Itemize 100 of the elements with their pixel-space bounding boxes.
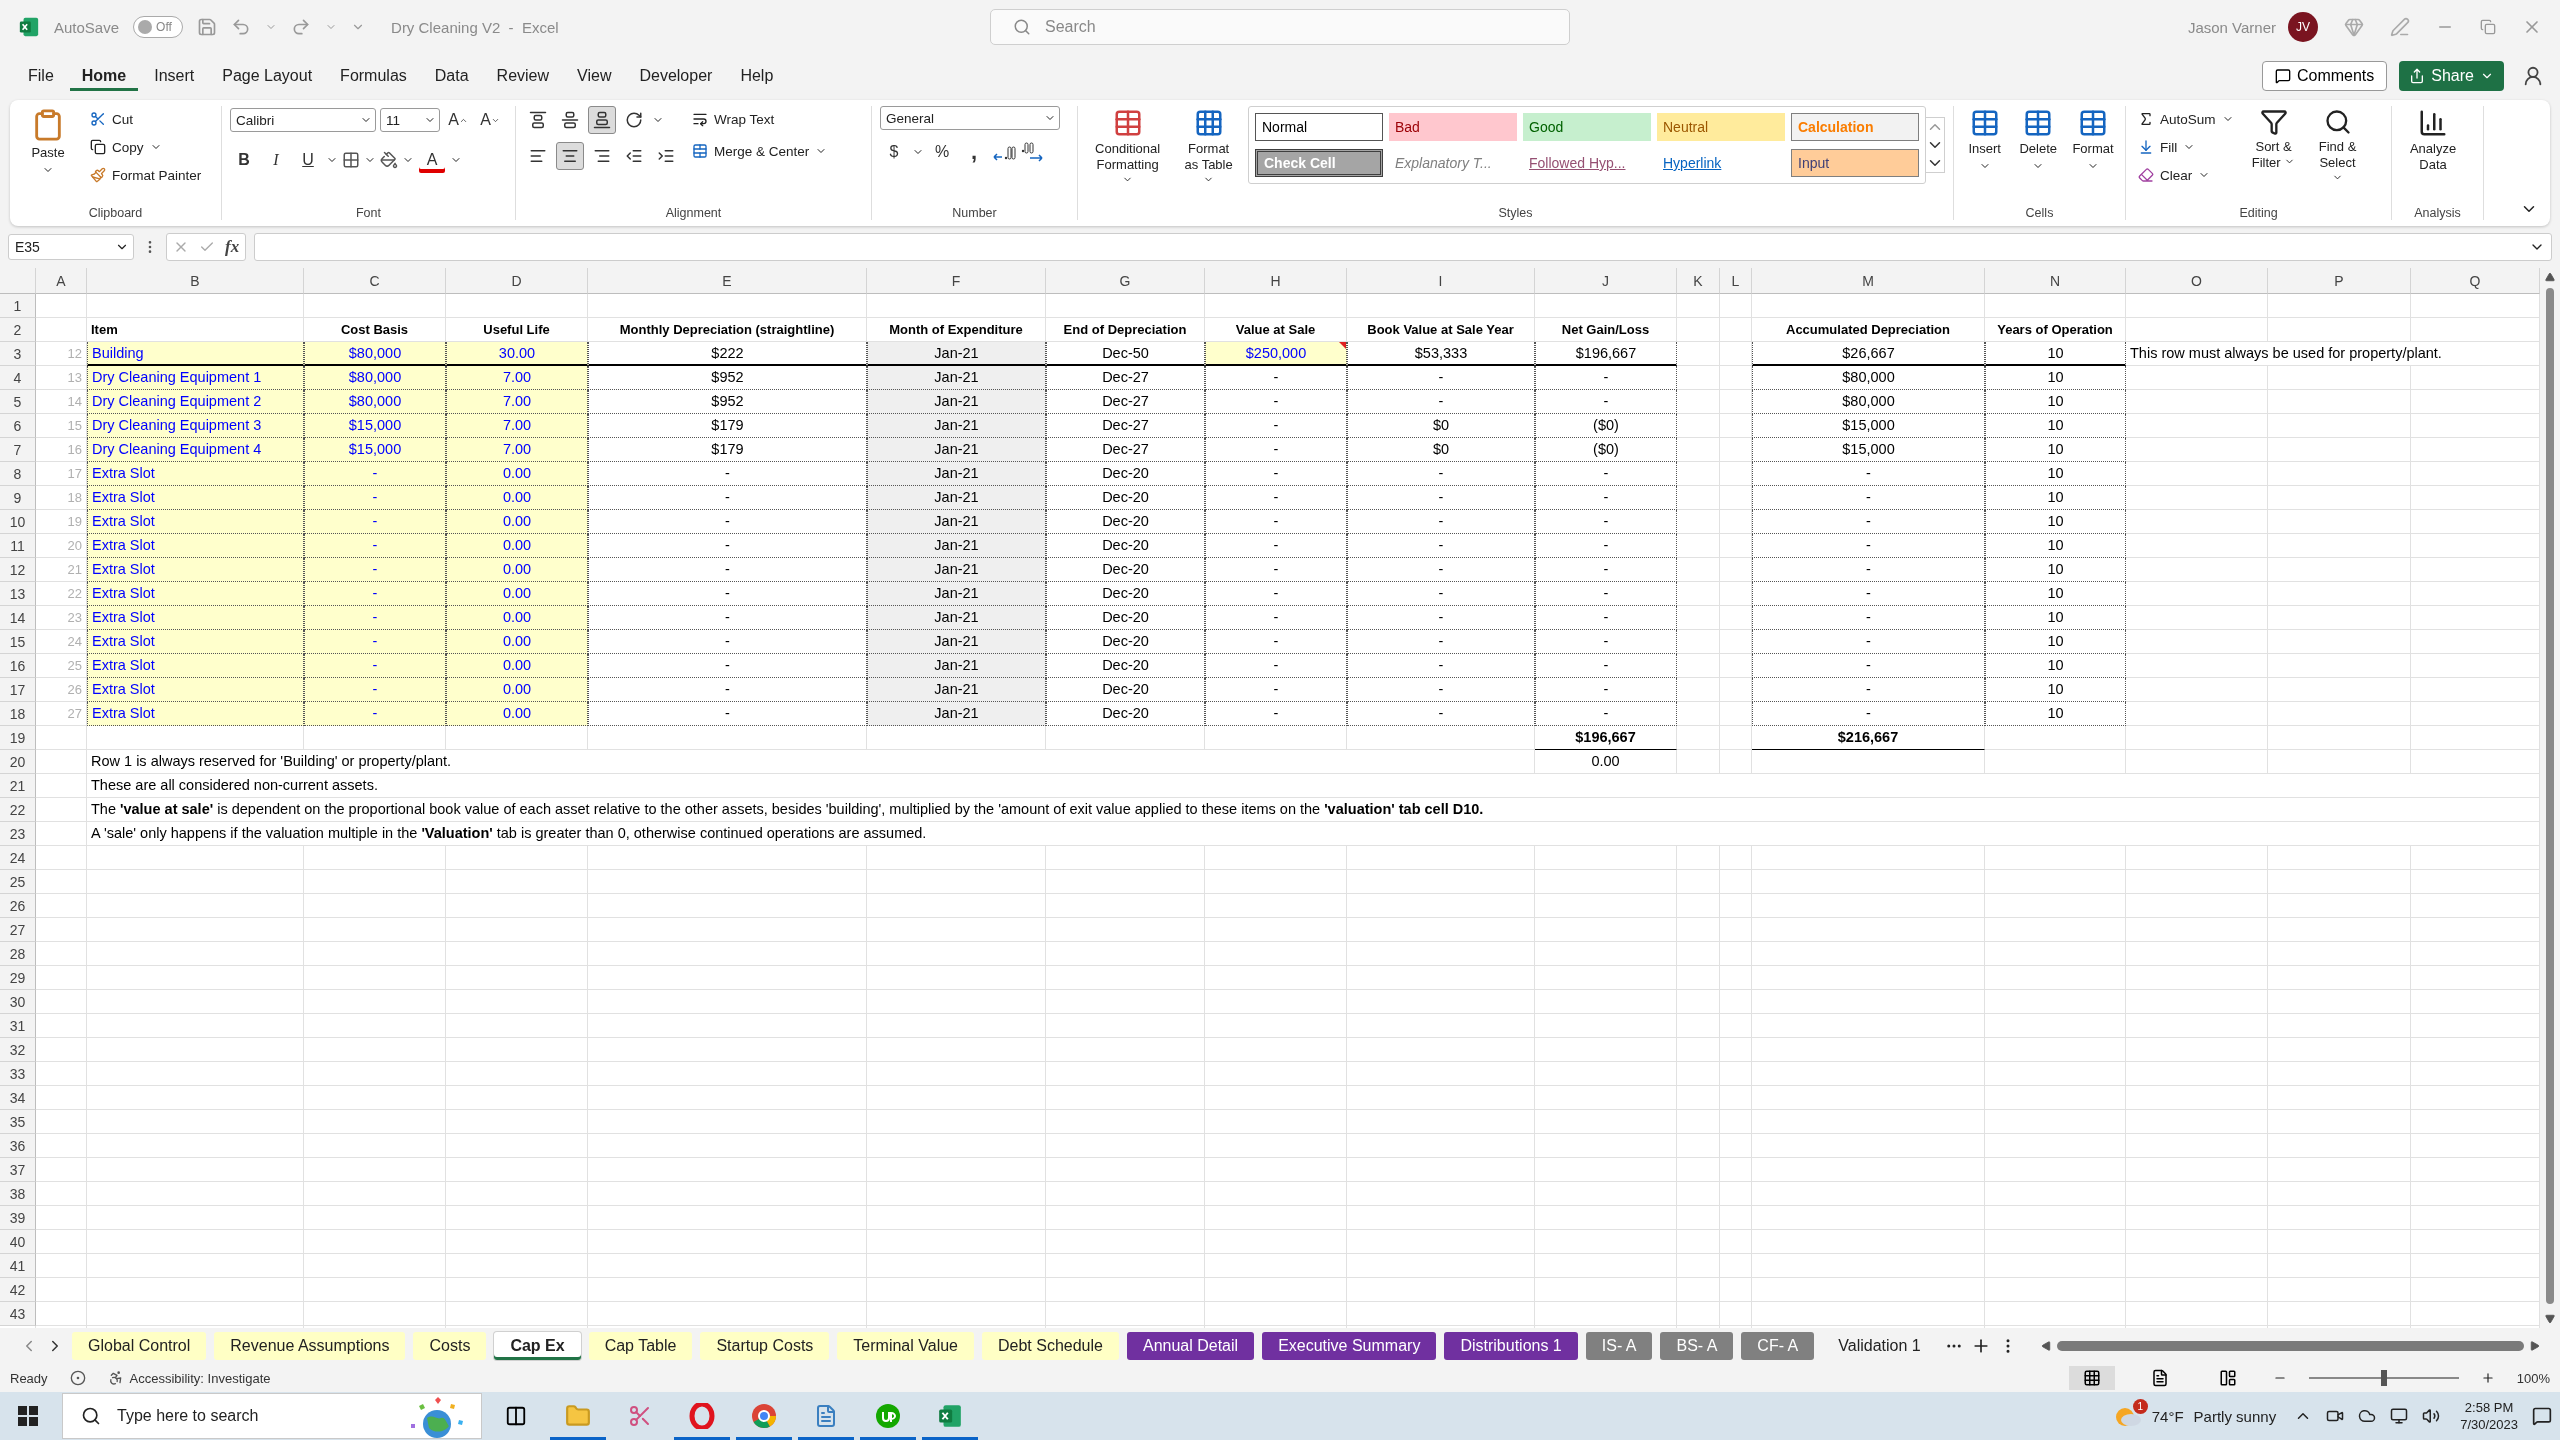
merge-center-button[interactable]: Merge & Center — [688, 138, 832, 164]
currency-button[interactable]: $ — [880, 138, 908, 166]
insert-function-button[interactable]: fx — [225, 237, 240, 257]
name-box[interactable]: E35 — [8, 234, 134, 260]
accessibility-status[interactable]: Accessibility: Investigate — [129, 1370, 271, 1386]
format-as-table-button[interactable]: Format as Table — [1177, 106, 1240, 191]
row-header[interactable]: 2 — [0, 318, 36, 342]
menu-tab[interactable]: Insert — [142, 61, 207, 91]
row-header[interactable]: 8 — [0, 462, 36, 486]
sheet-tab[interactable]: Annual Detail — [1126, 1332, 1255, 1360]
row-header[interactable]: 1 — [0, 294, 36, 318]
number-format-field[interactable]: General — [880, 106, 1060, 130]
row-header[interactable]: 25 — [0, 870, 36, 894]
column-header[interactable]: J — [1535, 268, 1677, 294]
cut-button[interactable]: Cut — [86, 106, 206, 132]
volume-icon[interactable] — [2422, 1407, 2441, 1425]
row-header[interactable]: 9 — [0, 486, 36, 510]
clear-button[interactable]: Clear — [2134, 162, 2238, 188]
row-header[interactable]: 27 — [0, 918, 36, 942]
search-input[interactable]: Type here to search — [115, 1406, 387, 1426]
sheet-tab[interactable]: BS- A — [1660, 1332, 1734, 1360]
analyze-data-button[interactable]: Analyze Data — [2400, 106, 2466, 175]
row-header[interactable]: 21 — [0, 774, 36, 798]
sheet-tab[interactable]: Executive Summary — [1262, 1332, 1437, 1360]
cell-style-option[interactable]: Normal — [1255, 113, 1383, 141]
sheet-tab[interactable]: Debt Schedule — [982, 1332, 1119, 1360]
find-select-button[interactable]: Find & Select — [2309, 106, 2366, 189]
cells-button[interactable]: Insert — [1962, 106, 2008, 174]
cells-button[interactable]: Format — [2069, 106, 2117, 174]
column-header[interactable]: N — [1985, 268, 2126, 294]
menu-tab[interactable]: View — [565, 61, 624, 91]
paste-button[interactable]: Paste — [18, 106, 78, 178]
row-header[interactable]: 39 — [0, 1206, 36, 1230]
accessibility-icon[interactable] — [107, 1370, 124, 1386]
column-header[interactable]: M — [1752, 268, 1985, 294]
menu-tab[interactable]: Home — [69, 61, 139, 91]
row-header[interactable]: 40 — [0, 1230, 36, 1254]
format-painter-button[interactable]: Format Painter — [86, 162, 206, 188]
row-header[interactable]: 12 — [0, 558, 36, 582]
font-color-button[interactable]: A — [418, 146, 446, 174]
row-header[interactable]: 41 — [0, 1254, 36, 1278]
sheet-tab[interactable]: IS- A — [1585, 1332, 1653, 1360]
redo-icon[interactable] — [291, 17, 312, 37]
row-header[interactable]: 20 — [0, 750, 36, 774]
menu-tab[interactable]: Review — [484, 61, 562, 91]
row-header[interactable]: 31 — [0, 1014, 36, 1038]
scroll-up-icon[interactable] — [2545, 272, 2555, 282]
row-header[interactable]: 10 — [0, 510, 36, 534]
column-header[interactable]: P — [2268, 268, 2411, 294]
sheet-tab[interactable]: Costs — [413, 1332, 487, 1360]
shrink-font-button[interactable]: A — [476, 106, 504, 134]
scroll-down-icon[interactable] — [2545, 1314, 2555, 1324]
column-header[interactable]: B — [87, 268, 304, 294]
sheet-tab[interactable]: Cap Ex — [494, 1332, 581, 1360]
row-header[interactable]: 15 — [0, 630, 36, 654]
row-header[interactable]: 24 — [0, 846, 36, 870]
row-header[interactable]: 26 — [0, 894, 36, 918]
scroll-right-icon[interactable] — [2530, 1341, 2540, 1351]
borders-icon[interactable] — [342, 151, 360, 169]
font-name-field[interactable]: Calibri — [230, 108, 376, 132]
sheet-tab[interactable]: Revenue Assumptions — [214, 1332, 406, 1360]
column-header[interactable]: I — [1347, 268, 1535, 294]
menu-tab[interactable]: Help — [728, 61, 786, 91]
user-avatar[interactable]: JV — [2288, 12, 2318, 42]
autosum-button[interactable]: AutoSum — [2134, 106, 2238, 132]
row-header[interactable]: 14 — [0, 606, 36, 630]
grow-font-button[interactable]: A — [444, 106, 472, 134]
row-header[interactable]: 36 — [0, 1134, 36, 1158]
column-header[interactable]: A — [36, 268, 87, 294]
cell-style-option[interactable]: Explanatory T... — [1389, 149, 1517, 177]
sheet-tab[interactable]: Cap Table — [588, 1332, 693, 1360]
row-header[interactable]: 11 — [0, 534, 36, 558]
column-header[interactable]: H — [1205, 268, 1347, 294]
scrollbar-thumb[interactable] — [2546, 288, 2554, 1304]
row-header[interactable]: 32 — [0, 1038, 36, 1062]
sheet-tab[interactable]: Terminal Value — [837, 1332, 974, 1360]
sheet-tab[interactable]: CF- A — [1741, 1332, 1815, 1360]
save-icon[interactable] — [197, 17, 218, 37]
row-header[interactable]: 18 — [0, 702, 36, 726]
row-header[interactable]: 34 — [0, 1086, 36, 1110]
share-button[interactable]: Share — [2399, 61, 2504, 91]
column-header[interactable]: G — [1046, 268, 1205, 294]
sheet-tab[interactable]: Global Control — [72, 1332, 207, 1360]
cloud-icon[interactable] — [2358, 1407, 2377, 1425]
macro-record-icon[interactable] — [69, 1370, 86, 1386]
column-header[interactable]: E — [588, 268, 867, 294]
column-header[interactable]: C — [304, 268, 446, 294]
row-header[interactable]: 29 — [0, 966, 36, 990]
menu-tab[interactable]: Page Layout — [210, 61, 325, 91]
row-header[interactable]: 16 — [0, 654, 36, 678]
column-header[interactable]: Q — [2411, 268, 2540, 294]
italic-button[interactable]: I — [262, 146, 290, 174]
menu-tab[interactable]: Formulas — [328, 61, 419, 91]
cell-style-option[interactable]: Neutral — [1657, 113, 1785, 141]
row-header[interactable]: 22 — [0, 798, 36, 822]
row-header[interactable]: 23 — [0, 822, 36, 846]
column-header[interactable]: K — [1677, 268, 1720, 294]
row-header[interactable]: 7 — [0, 438, 36, 462]
row-header[interactable]: 35 — [0, 1110, 36, 1134]
row-header[interactable]: 17 — [0, 678, 36, 702]
